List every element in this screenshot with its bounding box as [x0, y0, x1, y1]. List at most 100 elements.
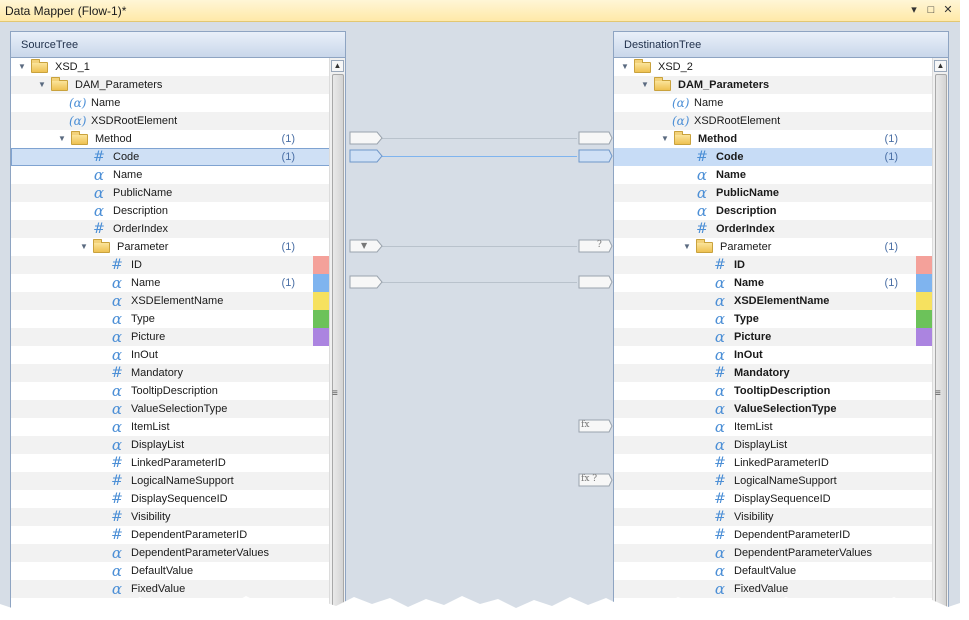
- source-connector[interactable]: [349, 149, 383, 163]
- tree-row[interactable]: # Visibility: [11, 508, 331, 526]
- tree-row[interactable]: # ID: [614, 256, 934, 274]
- source-connector[interactable]: ▼: [349, 239, 383, 253]
- tree-row[interactable]: α DependentParameterValues: [11, 544, 331, 562]
- tree-row[interactable]: α FixedValue: [614, 580, 934, 598]
- source-connector[interactable]: [349, 131, 383, 145]
- tree-row[interactable]: α DisplayList: [11, 436, 331, 454]
- expand-toggle-icon[interactable]: ▼: [17, 58, 27, 76]
- tree-row[interactable]: (α) XSDRootElement: [11, 112, 331, 130]
- tree-row[interactable]: # DependentParameterID: [11, 526, 331, 544]
- function-connector[interactable]: fx: [577, 419, 613, 433]
- source-scrollbar[interactable]: ▲ ≡: [329, 58, 345, 620]
- tree-row[interactable]: (α) Name: [11, 94, 331, 112]
- tree-row[interactable]: # Code (1): [614, 148, 934, 166]
- tree-row[interactable]: α InOut: [11, 346, 331, 364]
- scroll-top-icon[interactable]: ▲: [934, 60, 947, 72]
- scroll-top-icon[interactable]: ▲: [331, 60, 344, 72]
- tree-row[interactable]: α FixedValue: [11, 580, 331, 598]
- expand-toggle-icon[interactable]: ▼: [682, 238, 692, 256]
- destination-connector[interactable]: ?: [577, 239, 613, 253]
- tree-row[interactable]: (α) XSDRootElement: [614, 112, 934, 130]
- tree-row[interactable]: # DisplaySequenceID: [11, 490, 331, 508]
- tree-row[interactable]: α Description: [614, 202, 934, 220]
- tree-row[interactable]: α XSDElementName: [11, 292, 331, 310]
- string-type-icon: α: [111, 400, 123, 418]
- tree-row-label: DisplaySequenceID: [131, 493, 228, 505]
- tree-row[interactable]: # Visibility: [614, 508, 934, 526]
- destination-connector[interactable]: [577, 275, 613, 289]
- tree-row[interactable]: α DependentParameterValues: [614, 544, 934, 562]
- tree-row[interactable]: α ItemList: [11, 418, 331, 436]
- tree-row[interactable]: ▼ Method (1): [614, 130, 934, 148]
- tree-row[interactable]: ▼ XSD_2: [614, 58, 934, 76]
- destination-scrollbar[interactable]: ▲ ≡: [932, 58, 948, 620]
- tree-row[interactable]: ▼ DAM_Parameters: [614, 76, 934, 94]
- tree-row[interactable]: α ValueSelectionType: [11, 400, 331, 418]
- tree-row[interactable]: ▼ DAM_Parameters: [11, 76, 331, 94]
- tree-row[interactable]: α TooltipDescription: [614, 382, 934, 400]
- tree-row[interactable]: (α) Name: [614, 94, 934, 112]
- destination-connector[interactable]: [577, 149, 613, 163]
- tree-row[interactable]: ▼ Method (1): [11, 130, 331, 148]
- tree-row[interactable]: # LinkedParameterID: [614, 454, 934, 472]
- mapping-line[interactable]: [382, 246, 577, 247]
- tree-row[interactable]: α Picture: [614, 328, 934, 346]
- tree-row[interactable]: α Name: [11, 166, 331, 184]
- tree-row[interactable]: # LinkedParameterID: [11, 454, 331, 472]
- tree-row-label: Description: [716, 205, 777, 217]
- expand-toggle-icon[interactable]: ▼: [660, 130, 670, 148]
- tree-row[interactable]: α TooltipDescription: [11, 382, 331, 400]
- expand-toggle-icon[interactable]: ▼: [640, 76, 650, 94]
- tree-row[interactable]: α ItemList: [614, 418, 934, 436]
- tree-row[interactable]: α Name (1): [614, 274, 934, 292]
- tree-row[interactable]: # DisplaySequenceID: [614, 490, 934, 508]
- tree-row[interactable]: α InOut: [614, 346, 934, 364]
- tree-row[interactable]: α DefaultValue: [11, 562, 331, 580]
- tree-row[interactable]: # OrderIndex: [11, 220, 331, 238]
- tree-row[interactable]: ▼ Parameter (1): [614, 238, 934, 256]
- tree-row[interactable]: α Description: [11, 202, 331, 220]
- number-type-icon: #: [714, 257, 726, 273]
- dropdown-icon[interactable]: ▾: [908, 3, 920, 17]
- tree-row[interactable]: # OrderIndex: [614, 220, 934, 238]
- tree-row[interactable]: α DefaultValue: [614, 562, 934, 580]
- mapping-line[interactable]: [382, 156, 577, 157]
- expand-toggle-icon[interactable]: ▼: [79, 238, 89, 256]
- mapping-line[interactable]: [382, 138, 577, 139]
- expand-toggle-icon[interactable]: ▼: [37, 76, 47, 94]
- tree-row[interactable]: # Code (1): [11, 148, 331, 166]
- tree-row[interactable]: # Mandatory: [614, 364, 934, 382]
- tree-row-label: LogicalNameSupport: [734, 475, 837, 487]
- tree-row-label: ValueSelectionType: [131, 403, 228, 415]
- tree-row[interactable]: ▼ XSD_1: [11, 58, 331, 76]
- folder-icon: [71, 131, 88, 145]
- tree-row[interactable]: α Name (1): [11, 274, 331, 292]
- maximize-icon[interactable]: □: [925, 3, 937, 17]
- tree-row[interactable]: α ValueSelectionType: [614, 400, 934, 418]
- scroll-thumb[interactable]: [332, 74, 344, 620]
- tree-row[interactable]: α XSDElementName: [614, 292, 934, 310]
- mapping-line[interactable]: [382, 282, 577, 283]
- source-connector[interactable]: [349, 275, 383, 289]
- tree-row[interactable]: α Picture: [11, 328, 331, 346]
- tree-row[interactable]: α PublicName: [11, 184, 331, 202]
- tree-row[interactable]: α Type: [11, 310, 331, 328]
- scroll-thumb[interactable]: [935, 74, 947, 620]
- tree-row[interactable]: # DependentParameterID: [614, 526, 934, 544]
- expand-toggle-icon[interactable]: ▼: [620, 58, 630, 76]
- tree-row[interactable]: # LogicalNameSupport: [614, 472, 934, 490]
- tree-row[interactable]: α Name: [614, 166, 934, 184]
- tree-row-label: Visibility: [131, 511, 171, 523]
- tree-row[interactable]: # LogicalNameSupport: [11, 472, 331, 490]
- close-icon[interactable]: ✕: [942, 3, 954, 17]
- tree-row-label: Parameter: [720, 241, 772, 253]
- tree-row[interactable]: # Mandatory: [11, 364, 331, 382]
- tree-row[interactable]: # ID: [11, 256, 331, 274]
- tree-row[interactable]: ▼ Parameter (1): [11, 238, 331, 256]
- destination-connector[interactable]: [577, 131, 613, 145]
- expand-toggle-icon[interactable]: ▼: [57, 130, 67, 148]
- tree-row[interactable]: α Type: [614, 310, 934, 328]
- function-connector[interactable]: fx ?: [577, 473, 613, 487]
- tree-row[interactable]: α DisplayList: [614, 436, 934, 454]
- tree-row[interactable]: α PublicName: [614, 184, 934, 202]
